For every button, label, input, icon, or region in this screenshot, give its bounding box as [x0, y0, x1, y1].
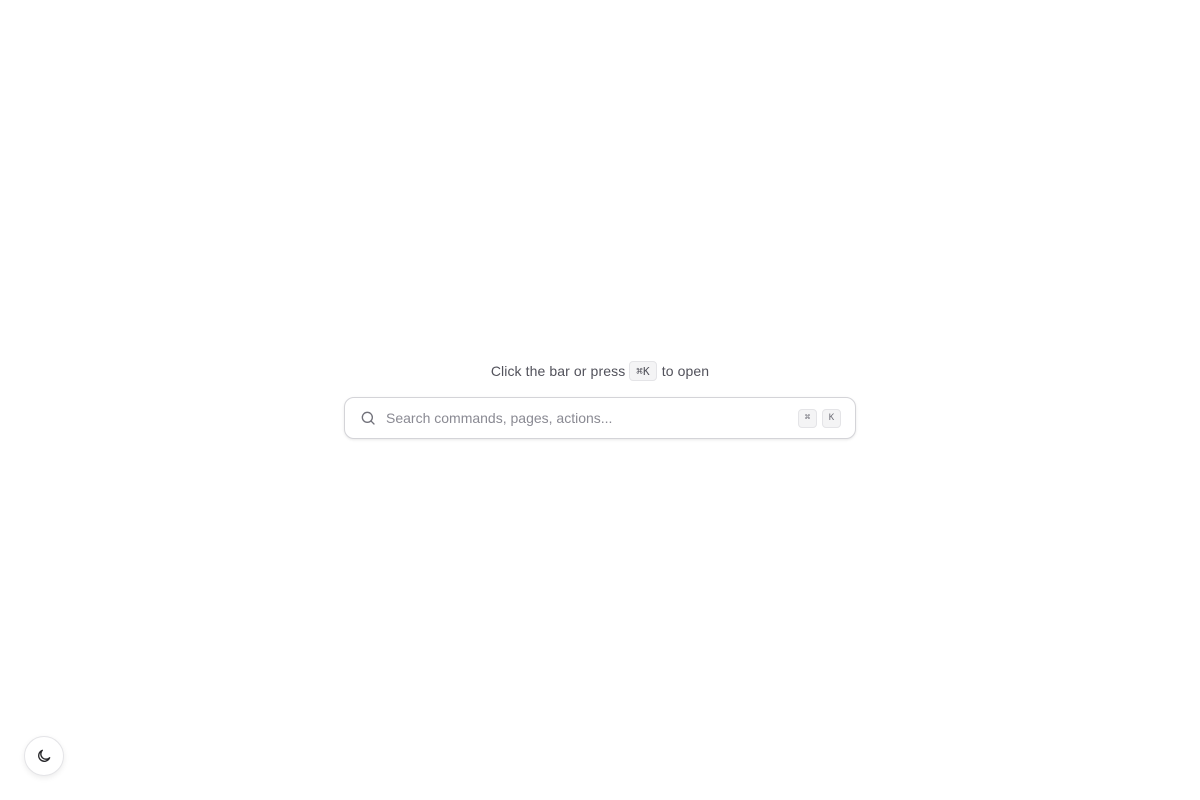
hint-suffix: to open — [661, 363, 710, 379]
hint-prefix: Click the bar or press — [490, 363, 626, 379]
search-placeholder: Search commands, pages, actions... — [386, 410, 613, 426]
search-shortcut: ⌘ K — [798, 408, 841, 428]
open-hint: Click the bar or press ⌘K to open — [491, 360, 709, 382]
moon-icon — [36, 748, 52, 764]
command-key: ⌘ — [798, 408, 817, 428]
search-icon — [359, 410, 376, 427]
hint-shortcut-key: ⌘K — [629, 361, 657, 381]
command-palette-launcher: Click the bar or press ⌘K to open Search… — [344, 360, 856, 439]
theme-toggle-button[interactable] — [24, 736, 64, 776]
search-bar[interactable]: Search commands, pages, actions... ⌘ K — [344, 397, 856, 439]
page: Click the bar or press ⌘K to open Search… — [0, 0, 1200, 800]
k-key: K — [822, 408, 841, 428]
